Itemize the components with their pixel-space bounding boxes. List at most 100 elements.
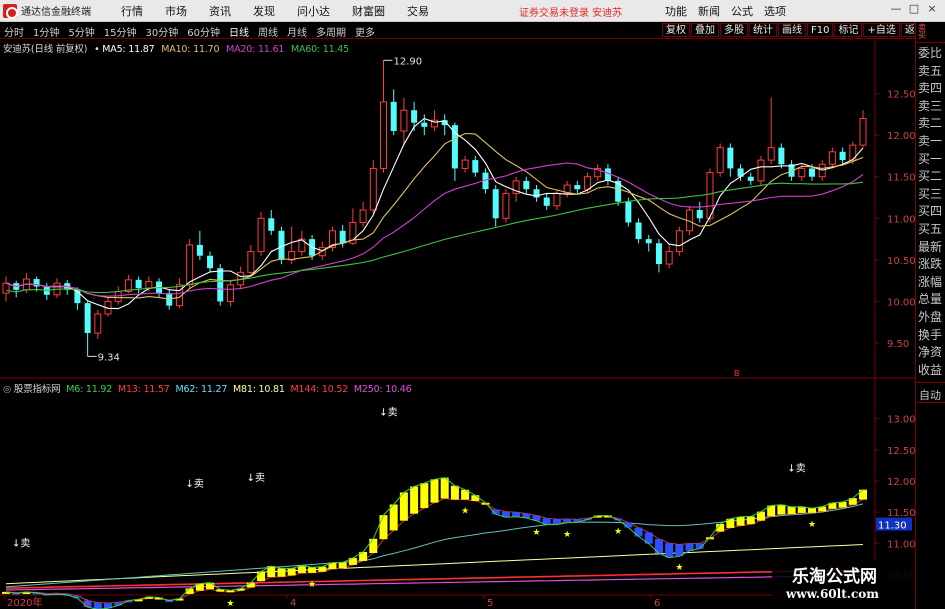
stock-title: 安迪苏(日线 前复权) bbox=[3, 44, 88, 55]
band-bar-33 bbox=[338, 562, 347, 568]
indicator-header: ◎ 股票指标网 M6: 11.92 M13: 11.57 M62: 11.27 … bbox=[3, 384, 412, 395]
candle-body-11 bbox=[114, 290, 122, 302]
ma5-line bbox=[5, 117, 864, 310]
price-axis-label-0: 12.50 bbox=[887, 90, 915, 101]
band-bar-50 bbox=[512, 512, 521, 517]
candle-body-24 bbox=[247, 251, 255, 273]
ma60-value: MA60: 11.45 bbox=[290, 44, 349, 55]
candle-body-18 bbox=[186, 244, 194, 286]
candle-body-63 bbox=[645, 239, 652, 244]
candle-body-35 bbox=[359, 209, 367, 223]
candle-body-59 bbox=[604, 168, 611, 181]
kline-chart[interactable]: 12.50 12.00 11.50 11.00 10.50 10.00 9.50 12.90 9… bbox=[0, 0, 915, 609]
close-button[interactable]: × bbox=[923, 2, 941, 15]
candle-body-70 bbox=[716, 147, 724, 174]
band-bar-44 bbox=[450, 485, 459, 500]
band-bar-46 bbox=[471, 495, 480, 501]
quote-label-6: 买一 bbox=[918, 151, 943, 166]
m144-line bbox=[5, 569, 864, 589]
quote-label-9: 买四 bbox=[918, 204, 943, 219]
quote-label-7: 买二 bbox=[918, 169, 943, 184]
candle-body-38 bbox=[390, 101, 397, 131]
candle-body-46 bbox=[472, 160, 479, 173]
band-bar-77 bbox=[787, 506, 796, 515]
xaxis-label-4: 6 bbox=[654, 598, 660, 609]
watermark: 乐淘公式网 www.60lt.com bbox=[772, 560, 915, 609]
price-axis-label-4: 10.50 bbox=[887, 256, 915, 267]
band-bar-76 bbox=[777, 504, 786, 515]
candle-body-21 bbox=[217, 268, 224, 302]
xaxis-label-2: 4 bbox=[290, 598, 296, 609]
candle-body-51 bbox=[523, 180, 530, 190]
candle-body-66 bbox=[675, 230, 683, 253]
ma10-line bbox=[5, 132, 864, 300]
quote-label-12: 涨跌 bbox=[918, 257, 943, 272]
ma10-value: MA10: 11.70 bbox=[161, 44, 220, 55]
quote-label-17: 净资 bbox=[918, 345, 943, 360]
band-bar-79 bbox=[807, 508, 816, 513]
signal-star-7: ★ bbox=[675, 563, 683, 573]
band-bar-38 bbox=[389, 504, 398, 531]
quote-label-3: 卖三 bbox=[918, 98, 943, 113]
m144-value: M144: 10.52 bbox=[290, 384, 349, 395]
price-axis-label-5: 10.00 bbox=[887, 297, 915, 308]
band-bar-65 bbox=[665, 543, 674, 558]
ma60-line bbox=[5, 181, 864, 294]
candle-body-82 bbox=[839, 151, 846, 161]
quote-label-13: 涨幅 bbox=[918, 274, 943, 289]
candle-body-9 bbox=[94, 313, 102, 334]
price-axis-label-2: 11.50 bbox=[887, 173, 915, 184]
ind-axis-label-2: 12.00 bbox=[887, 477, 915, 488]
candle-body-40 bbox=[411, 110, 418, 123]
quote-label-5: 卖一 bbox=[918, 134, 943, 148]
band-bar-39 bbox=[399, 492, 408, 521]
quote-label-1: 卖五 bbox=[918, 63, 943, 78]
candle-body-48 bbox=[492, 189, 499, 219]
candle-body-45 bbox=[461, 159, 469, 169]
quote-label-10: 买五 bbox=[918, 222, 943, 236]
band-bar-20 bbox=[206, 582, 215, 590]
candle-body-61 bbox=[625, 201, 632, 223]
candle-body-78 bbox=[798, 167, 806, 178]
band-bar-25 bbox=[257, 571, 266, 582]
panel-top-label: 卖 买 bbox=[918, 23, 926, 40]
band-bar-42 bbox=[430, 479, 439, 503]
auto-label[interactable]: 自动 bbox=[919, 387, 941, 403]
quote-label-15: 外盘 bbox=[918, 310, 943, 324]
candle-body-41 bbox=[421, 122, 428, 127]
candle-body-68 bbox=[696, 210, 703, 219]
candle-body-44 bbox=[451, 125, 458, 169]
band-bar-41 bbox=[420, 483, 429, 509]
candle-body-14 bbox=[145, 281, 153, 289]
ind-axis-label-3: 11.50 bbox=[887, 508, 915, 519]
candle-body-64 bbox=[655, 243, 662, 265]
band-bar-30 bbox=[308, 567, 317, 573]
right-quote-panel: 卖 买 委比 卖五 卖四 卖三 卖二 卖一 买一 买二 买三 买四 买五 最新 涨跌 涨幅 总量 外盘 换手 净资… bbox=[915, 22, 945, 609]
buy-marker: B bbox=[734, 369, 740, 378]
ind-axis-label-4: 11.00 bbox=[887, 539, 915, 550]
candle-body-57 bbox=[584, 176, 592, 190]
candle-body-36 bbox=[369, 167, 377, 211]
candle-body-0 bbox=[2, 282, 10, 294]
m62-value: M62: 11.27 bbox=[175, 384, 228, 395]
signal-star-1: ★ bbox=[226, 599, 234, 609]
candle-body-19 bbox=[196, 244, 203, 256]
band-bar-27 bbox=[277, 568, 286, 577]
signal-star-4: ★ bbox=[532, 528, 540, 538]
candle-body-62 bbox=[635, 222, 642, 240]
candle-body-33 bbox=[339, 230, 346, 244]
sell-signal-4: ↓卖 bbox=[787, 463, 805, 475]
m13-value: M13: 11.57 bbox=[117, 384, 170, 395]
quote-label-11: 最新 bbox=[918, 239, 943, 254]
band-bar-36 bbox=[369, 538, 378, 554]
quote-label-4: 卖二 bbox=[918, 116, 943, 131]
candle-body-13 bbox=[135, 279, 142, 289]
price-axis-label-3: 11.00 bbox=[887, 214, 915, 225]
sell-signal-1: ↓卖 bbox=[185, 478, 203, 490]
candle-body-53 bbox=[543, 197, 550, 206]
m6-value: M6: 11.92 bbox=[66, 384, 113, 395]
quote-label-14: 总量 bbox=[918, 292, 943, 307]
watermark-url: www.60lt.com bbox=[786, 587, 879, 601]
signal-star-5: ★ bbox=[563, 530, 571, 540]
price-header: 安迪苏(日线 前复权) • MA5: 11.87 MA10: 11.70 MA2… bbox=[3, 44, 349, 55]
